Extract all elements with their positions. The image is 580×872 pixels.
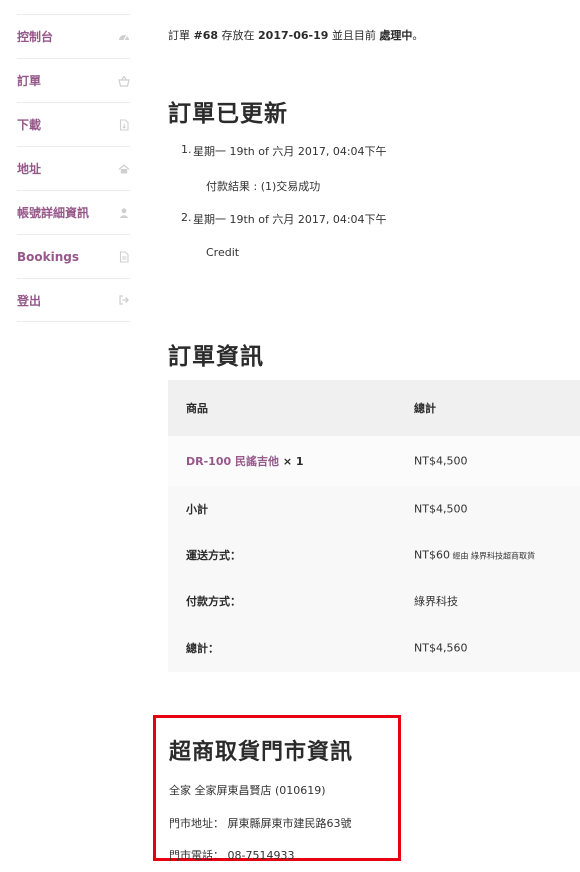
- order-status-notice: 訂單 #68 存放在 2017-06-19 並且目前 處理中。: [168, 27, 423, 43]
- order-details-title: 訂單資訊: [168, 344, 264, 370]
- notice-text: 。: [412, 29, 424, 42]
- nav-item-orders[interactable]: 訂單: [17, 58, 130, 102]
- order-note-description: Credit: [206, 246, 240, 259]
- notice-text: 並且目前: [328, 29, 380, 42]
- table-header-row: 商品 總計: [168, 380, 580, 436]
- pickup-store-title: 超商取貨門市資訊: [169, 740, 354, 765]
- row-value: NT$4,500: [414, 502, 468, 516]
- product-quantity: × 1: [282, 455, 304, 468]
- column-header-total: 總計: [414, 402, 436, 415]
- product-cell: DR-100 民謠吉他 × 1: [186, 453, 304, 469]
- order-details-table: 商品 總計 DR-100 民謠吉他 × 1 NT$4,500 小計 NT$4,5…: [168, 380, 580, 672]
- order-updates-title: 訂單已更新: [168, 101, 288, 127]
- order-note-date: 2. 星期一 19th of 六月 2017, 04:04下午: [181, 211, 387, 227]
- table-row: 付款方式： 綠界科技: [168, 578, 580, 624]
- dashboard-icon: [118, 31, 130, 43]
- product-total: NT$4,500: [414, 454, 468, 468]
- row-value: 綠界科技: [414, 595, 458, 608]
- row-label: 小計: [186, 503, 208, 516]
- order-status: 處理中: [379, 29, 413, 42]
- nav-item-logout[interactable]: 登出: [17, 278, 130, 322]
- notice-text: 訂單: [168, 29, 194, 42]
- nav-item-label: 登出: [17, 293, 42, 308]
- list-number: 2.: [181, 211, 192, 224]
- order-note-description: 付款結果 : (1)交易成功: [206, 180, 321, 193]
- note-date-text: 星期一 19th of 六月 2017, 04:04下午: [193, 145, 387, 158]
- list-number: 1.: [181, 143, 192, 156]
- nav-item-account-details[interactable]: 帳號詳細資訊: [17, 190, 130, 234]
- nav-item-label: 下載: [17, 118, 42, 132]
- store-address: 門市地址： 屏東縣屏東市建民路63號: [169, 817, 352, 830]
- order-note-date: 1. 星期一 19th of 六月 2017, 04:04下午: [181, 143, 387, 159]
- sign-out-icon: [118, 294, 130, 306]
- row-value-container: NT$60 經由 綠界科技超商取貨: [414, 549, 535, 562]
- column-header-product: 商品: [186, 402, 208, 415]
- home-icon: [118, 163, 130, 175]
- file-download-icon: [118, 118, 130, 131]
- row-label: 總計：: [186, 642, 219, 655]
- store-name: 全家 全家屏東昌賢店 (010619): [169, 784, 326, 797]
- nav-item-label: Bookings: [17, 249, 80, 264]
- table-row: 總計： NT$4,560: [168, 624, 580, 672]
- store-phone: 門市電話： 08-7514933: [169, 849, 295, 862]
- table-row: 運送方式： NT$60 經由 綠界科技超商取貨: [168, 532, 580, 578]
- row-value: NT$4,560: [414, 641, 468, 655]
- user-icon: [118, 207, 130, 219]
- account-navigation: 控制台 訂單 下載 地址 帳號詳細資訊 Bookings 登出: [17, 14, 130, 322]
- nav-item-label: 帳號詳細資訊: [17, 206, 90, 220]
- product-link[interactable]: DR-100 民謠吉他: [186, 455, 279, 468]
- shipping-method-note: 經由 綠界科技超商取貨: [449, 551, 536, 561]
- row-value: NT$60: [414, 548, 450, 562]
- row-label: 付款方式：: [186, 595, 241, 608]
- nav-item-downloads[interactable]: 下載: [17, 102, 130, 146]
- nav-item-label: 訂單: [17, 74, 42, 88]
- table-row: 小計 NT$4,500: [168, 486, 580, 532]
- row-label: 運送方式：: [186, 549, 241, 562]
- notice-text: 存放在: [218, 29, 259, 42]
- note-date-text: 星期一 19th of 六月 2017, 04:04下午: [193, 213, 387, 226]
- nav-item-addresses[interactable]: 地址: [17, 146, 130, 190]
- nav-item-bookings[interactable]: Bookings: [17, 234, 130, 278]
- pickup-store-info: 超商取貨門市資訊 全家 全家屏東昌賢店 (010619) 門市地址： 屏東縣屏東…: [153, 715, 401, 862]
- nav-item-label: 控制台: [17, 30, 54, 44]
- file-text-icon: [118, 250, 130, 263]
- order-date: 2017-06-19: [258, 29, 329, 42]
- nav-item-dashboard[interactable]: 控制台: [17, 14, 130, 58]
- table-row: DR-100 民謠吉他 × 1 NT$4,500: [168, 436, 580, 486]
- basket-icon: [118, 74, 130, 87]
- order-number: #68: [193, 29, 219, 42]
- nav-item-label: 地址: [17, 162, 42, 176]
